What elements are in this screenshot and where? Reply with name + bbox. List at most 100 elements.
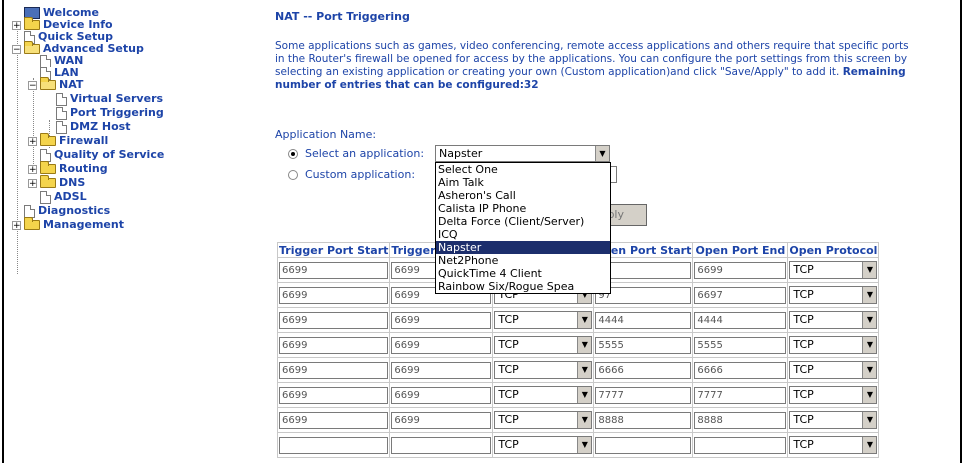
dropdown-option[interactable]: Rainbow Six/Rogue Spea bbox=[436, 280, 610, 293]
open-protocol-select[interactable]: TCP ▼ bbox=[789, 311, 878, 329]
dropdown-option[interactable]: Net2Phone bbox=[436, 254, 610, 267]
protocol-value: TCP bbox=[498, 313, 519, 326]
page-title: NAT -- Port Triggering bbox=[275, 10, 410, 23]
sidebar-item-diagnostics[interactable]: Diagnostics bbox=[24, 204, 110, 218]
open-end-input[interactable]: 8888 bbox=[694, 411, 787, 429]
expand-icon[interactable]: + bbox=[28, 136, 37, 146]
sidebar-item-nat[interactable]: − NAT bbox=[28, 77, 83, 92]
dropdown-option[interactable]: Calista IP Phone bbox=[436, 202, 610, 215]
trigger-end-input[interactable]: 6699 bbox=[391, 386, 492, 404]
dropdown-option[interactable]: Select One bbox=[436, 163, 610, 176]
open-end-input[interactable]: 7777 bbox=[694, 386, 787, 404]
application-dropdown-list[interactable]: Select One Aim Talk Asheron's Call Calista … bbox=[435, 162, 611, 294]
dropdown-option[interactable]: Delta Force (Client/Server) bbox=[436, 215, 610, 228]
open-end-input[interactable]: 6666 bbox=[694, 361, 787, 379]
open-protocol-select[interactable]: TCP ▼ bbox=[789, 261, 878, 279]
trigger-protocol-select[interactable]: TCP ▼ bbox=[494, 436, 593, 454]
trigger-start-input[interactable] bbox=[279, 436, 389, 454]
collapse-icon[interactable]: − bbox=[12, 44, 21, 54]
chevron-down-icon[interactable]: ▼ bbox=[577, 437, 592, 453]
sidebar-item-label: Management bbox=[43, 218, 124, 231]
chevron-down-icon[interactable]: ▼ bbox=[577, 312, 592, 328]
sidebar-item-routing[interactable]: + Routing bbox=[28, 161, 108, 176]
collapse-icon[interactable]: − bbox=[28, 80, 37, 90]
expand-icon[interactable]: + bbox=[12, 20, 21, 30]
dropdown-option[interactable]: ICQ bbox=[436, 228, 610, 241]
trigger-start-input[interactable]: 6699 bbox=[279, 361, 389, 379]
open-start-input[interactable]: 6666 bbox=[595, 361, 692, 379]
trigger-start-input[interactable]: 6699 bbox=[279, 336, 389, 354]
chevron-down-icon[interactable]: ▼ bbox=[862, 362, 877, 378]
open-end-input[interactable]: 5555 bbox=[694, 336, 787, 354]
trigger-end-input[interactable]: 6699 bbox=[391, 336, 492, 354]
sidebar-item-quality-of-service[interactable]: Quality of Service bbox=[40, 148, 164, 162]
open-start-input[interactable]: 4444 bbox=[595, 311, 692, 329]
sidebar-item-dmz-host[interactable]: DMZ Host bbox=[56, 120, 130, 134]
chevron-down-icon[interactable]: ▼ bbox=[595, 146, 609, 161]
chevron-down-icon[interactable]: ▼ bbox=[862, 387, 877, 403]
open-start-input[interactable]: 8888 bbox=[595, 411, 692, 429]
trigger-start-input[interactable]: 6699 bbox=[279, 286, 389, 304]
open-protocol-select[interactable]: TCP ▼ bbox=[789, 286, 878, 304]
chevron-down-icon[interactable]: ▼ bbox=[862, 337, 877, 353]
expand-icon[interactable]: + bbox=[12, 220, 21, 230]
sidebar-item-label: Firewall bbox=[59, 134, 109, 147]
open-protocol-select[interactable]: TCP ▼ bbox=[789, 361, 878, 379]
trigger-end-input[interactable] bbox=[391, 436, 492, 454]
folder-open-icon bbox=[24, 41, 40, 54]
chevron-down-icon[interactable]: ▼ bbox=[862, 412, 877, 428]
chevron-down-icon[interactable]: ▼ bbox=[577, 412, 592, 428]
sidebar-item-virtual-servers[interactable]: Virtual Servers bbox=[56, 92, 163, 106]
table-cell: 6699 bbox=[276, 307, 391, 333]
trigger-start-input[interactable]: 6699 bbox=[279, 386, 389, 404]
chevron-down-icon[interactable]: ▼ bbox=[577, 387, 592, 403]
protocol-value: TCP bbox=[793, 413, 814, 426]
trigger-protocol-select[interactable]: TCP ▼ bbox=[494, 386, 593, 404]
trigger-end-input[interactable]: 6699 bbox=[391, 361, 492, 379]
sidebar-item-firewall[interactable]: + Firewall bbox=[28, 133, 109, 148]
trigger-start-input[interactable]: 6699 bbox=[279, 311, 389, 329]
table-cell: 6666 bbox=[593, 357, 694, 383]
sidebar-item-port-triggering[interactable]: Port Triggering bbox=[56, 106, 164, 120]
trigger-start-input[interactable]: 6699 bbox=[279, 411, 389, 429]
trigger-protocol-select[interactable]: TCP ▼ bbox=[494, 361, 593, 379]
chevron-down-icon[interactable]: ▼ bbox=[862, 312, 877, 328]
open-protocol-select[interactable]: TCP ▼ bbox=[789, 336, 878, 354]
dropdown-option[interactable]: QuickTime 4 Client bbox=[436, 267, 610, 280]
trigger-protocol-select[interactable]: TCP ▼ bbox=[494, 311, 593, 329]
expand-icon[interactable]: + bbox=[28, 164, 37, 174]
dropdown-option[interactable]: Aim Talk bbox=[436, 176, 610, 189]
open-protocol-select[interactable]: TCP ▼ bbox=[789, 386, 878, 404]
open-start-input[interactable]: 5555 bbox=[595, 336, 692, 354]
chevron-down-icon[interactable]: ▼ bbox=[577, 362, 592, 378]
chevron-down-icon[interactable]: ▼ bbox=[862, 437, 877, 453]
open-end-input[interactable]: 6699 bbox=[694, 261, 787, 279]
expand-icon[interactable]: + bbox=[28, 178, 37, 188]
dropdown-option[interactable]: Napster bbox=[436, 241, 610, 254]
sidebar-item-dns[interactable]: + DNS bbox=[28, 175, 85, 190]
sidebar-item-management[interactable]: + Management bbox=[12, 217, 124, 232]
select-app-radio[interactable] bbox=[288, 149, 298, 159]
sidebar-item-adsl[interactable]: ADSL bbox=[40, 190, 87, 204]
chevron-down-icon[interactable]: ▼ bbox=[862, 262, 877, 278]
open-end-input[interactable]: 4444 bbox=[694, 311, 787, 329]
application-name-label: Application Name: bbox=[275, 128, 377, 141]
table-cell: 6699 bbox=[389, 407, 494, 433]
table-cell: 6666 bbox=[692, 357, 789, 383]
open-protocol-select[interactable]: TCP ▼ bbox=[789, 411, 878, 429]
trigger-end-input[interactable]: 6699 bbox=[391, 311, 492, 329]
trigger-end-input[interactable]: 6699 bbox=[391, 411, 492, 429]
trigger-start-input[interactable]: 6699 bbox=[279, 261, 389, 279]
trigger-protocol-select[interactable]: TCP ▼ bbox=[494, 336, 593, 354]
open-protocol-select[interactable]: TCP ▼ bbox=[789, 436, 878, 454]
chevron-down-icon[interactable]: ▼ bbox=[862, 287, 877, 303]
chevron-down-icon[interactable]: ▼ bbox=[577, 337, 592, 353]
dropdown-option[interactable]: Asheron's Call bbox=[436, 189, 610, 202]
open-end-input[interactable]: 6697 bbox=[694, 286, 787, 304]
custom-app-radio[interactable] bbox=[288, 170, 298, 180]
application-select[interactable]: Napster ▼ bbox=[435, 145, 610, 162]
open-start-input[interactable] bbox=[595, 436, 692, 454]
open-end-input[interactable] bbox=[694, 436, 787, 454]
trigger-protocol-select[interactable]: TCP ▼ bbox=[494, 411, 593, 429]
open-start-input[interactable]: 7777 bbox=[595, 386, 692, 404]
